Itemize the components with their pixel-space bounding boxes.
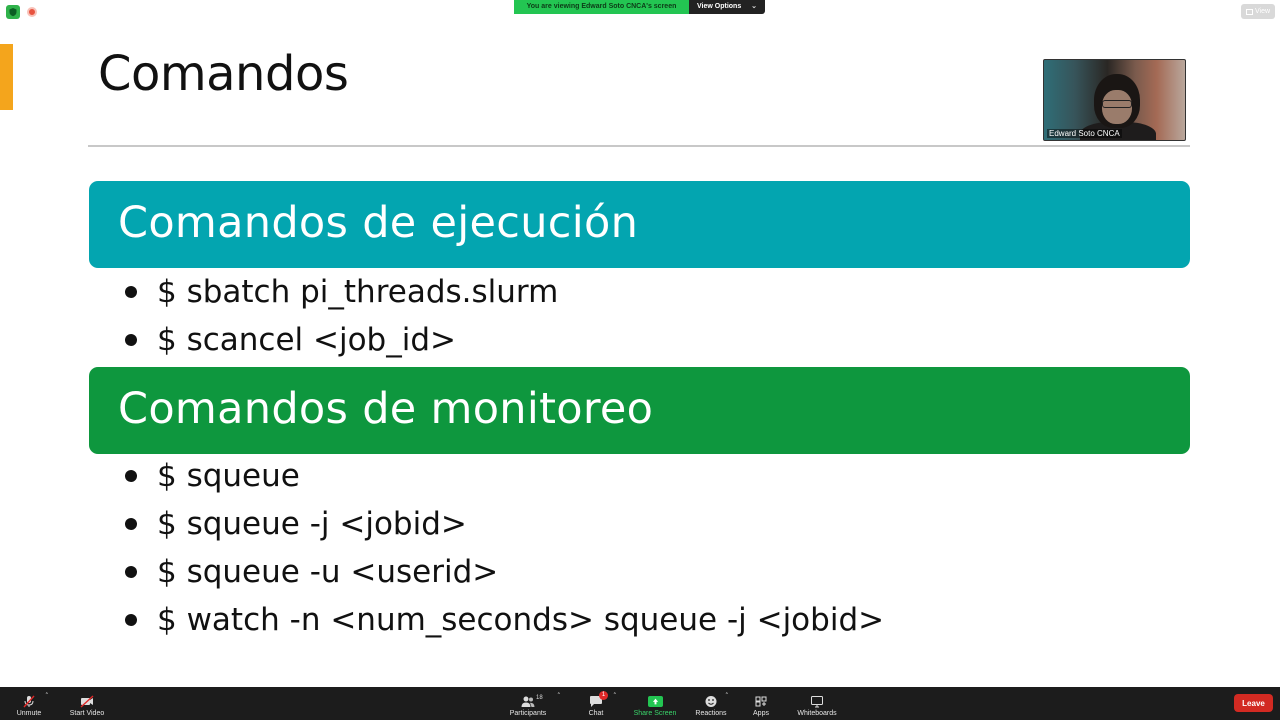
section-heading-execution: Comandos de ejecución: [89, 181, 1190, 268]
view-options-label: View Options: [697, 3, 742, 10]
command-text: $ squeue -u <userid>: [157, 554, 499, 590]
chat-button[interactable]: 1 Chat: [584, 687, 608, 720]
command-text: $ squeue -j <jobid>: [157, 506, 467, 542]
bullet-icon: [125, 334, 137, 346]
security-shield-icon[interactable]: [6, 5, 20, 19]
chat-caret-icon[interactable]: ˄: [613, 692, 617, 700]
participants-button[interactable]: 18 Participants: [505, 687, 551, 720]
command-text: $ squeue: [157, 458, 300, 494]
section-heading-monitoring: Comandos de monitoreo: [89, 367, 1190, 454]
bullet-icon: [125, 614, 137, 626]
participants-caret-icon[interactable]: ˄: [557, 692, 561, 700]
whiteboard-icon: [809, 694, 825, 708]
start-video-label: Start Video: [69, 710, 105, 717]
chat-unread-badge: 1: [599, 691, 608, 700]
reactions-icon: [703, 694, 719, 708]
participants-label: Participants: [509, 710, 547, 717]
command-text: $ watch -n <num_seconds> squeue -j <jobi…: [157, 602, 885, 638]
list-item: $ sbatch pi_threads.slurm: [125, 268, 558, 316]
viewing-screen-text: You are viewing Edward Soto CNCA's scree…: [514, 0, 689, 14]
command-text: $ scancel <job_id>: [157, 322, 456, 358]
reactions-button[interactable]: Reactions: [694, 687, 728, 720]
slide-title: Comandos: [98, 46, 349, 102]
recording-icon: [27, 7, 37, 17]
bullet-icon: [125, 286, 137, 298]
view-options-button[interactable]: View Options ⌄: [689, 0, 765, 14]
video-participant-name: Edward Soto CNCA: [1047, 129, 1122, 138]
leave-button[interactable]: Leave: [1234, 694, 1273, 712]
audio-options-caret-icon[interactable]: ˄: [45, 692, 49, 700]
chat-icon: 1: [588, 691, 608, 708]
view-button-label: View: [1254, 8, 1271, 15]
title-divider: [88, 145, 1190, 147]
screen-share-banner: You are viewing Edward Soto CNCA's scree…: [514, 0, 765, 14]
apps-label: Apps: [753, 710, 769, 717]
whiteboards-label: Whiteboards: [797, 710, 837, 717]
whiteboards-button[interactable]: Whiteboards: [794, 687, 840, 720]
view-button[interactable]: View: [1241, 4, 1275, 19]
bullet-icon: [125, 566, 137, 578]
participants-icon: 18: [520, 694, 543, 708]
participants-count: 18: [536, 695, 543, 701]
share-screen-label: Share Screen: [633, 710, 677, 717]
list-item: $ watch -n <num_seconds> squeue -j <jobi…: [125, 596, 884, 644]
list-item: $ squeue -j <jobid>: [125, 500, 884, 548]
start-video-button[interactable]: Start Video: [66, 687, 108, 720]
list-item: $ squeue: [125, 452, 884, 500]
reactions-label: Reactions: [695, 710, 727, 717]
grid-view-icon: [1245, 8, 1253, 15]
participant-video-tile[interactable]: Edward Soto CNCA: [1043, 59, 1186, 141]
meeting-toolbar: Unmute ˄ Start Video 18 Participants ˄ 1…: [0, 687, 1280, 720]
unmute-button[interactable]: Unmute: [12, 687, 46, 720]
list-item: $ scancel <job_id>: [125, 316, 558, 364]
apps-icon: [753, 694, 769, 708]
share-screen-icon: [647, 694, 663, 708]
reactions-caret-icon[interactable]: ˄: [725, 692, 729, 700]
apps-button[interactable]: Apps: [749, 687, 773, 720]
chat-label: Chat: [588, 710, 604, 717]
bullet-icon: [125, 518, 137, 530]
bullet-icon: [125, 470, 137, 482]
video-person-glasses: [1102, 100, 1132, 108]
execution-commands-list: $ sbatch pi_threads.slurm $ scancel <job…: [125, 268, 558, 364]
share-screen-button[interactable]: Share Screen: [632, 687, 678, 720]
list-item: $ squeue -u <userid>: [125, 548, 884, 596]
mic-muted-icon: [21, 694, 37, 708]
video-off-icon: [79, 694, 95, 708]
slide-accent-marker: [0, 44, 13, 110]
command-text: $ sbatch pi_threads.slurm: [157, 274, 559, 310]
unmute-label: Unmute: [16, 710, 42, 717]
monitoring-commands-list: $ squeue $ squeue -j <jobid> $ squeue -u…: [125, 452, 884, 644]
chevron-down-icon: ⌄: [751, 3, 757, 10]
